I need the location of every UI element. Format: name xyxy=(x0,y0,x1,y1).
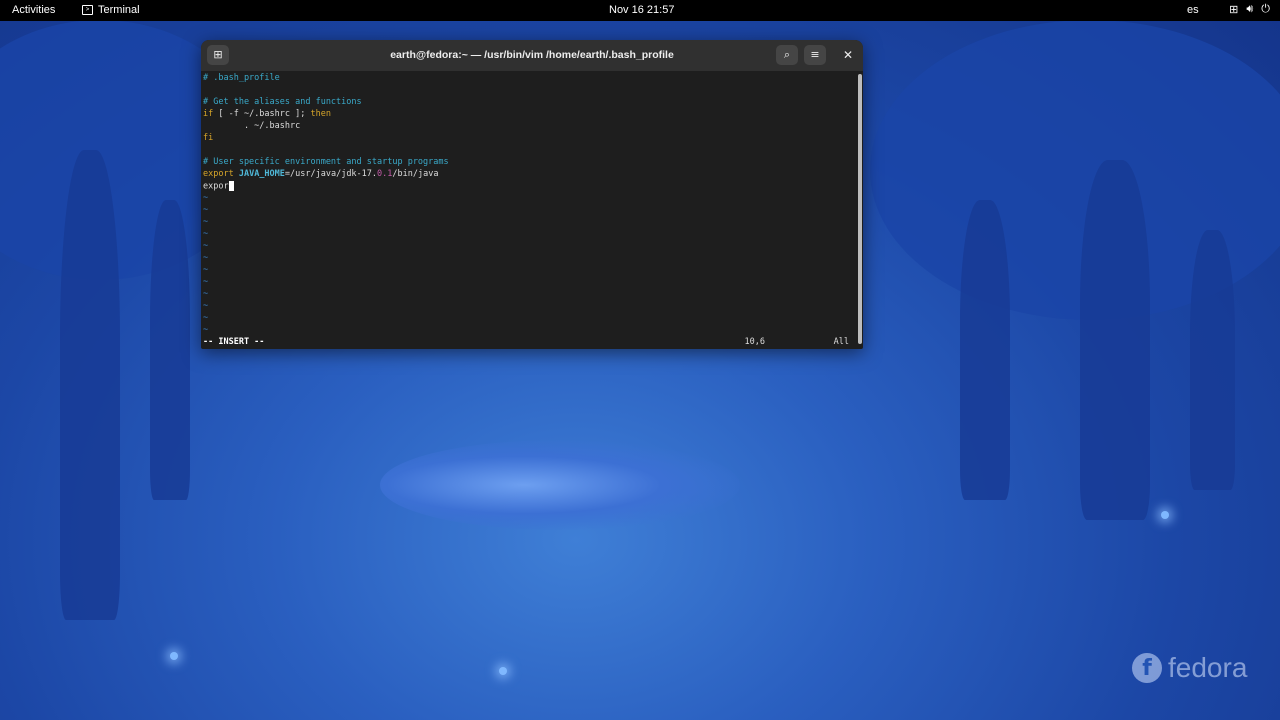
system-status-area[interactable]: ⊞ 🔊︎ ⏻ xyxy=(1229,3,1270,16)
keyword: then xyxy=(310,109,331,119)
power-icon: ⏻ xyxy=(1261,3,1270,15)
number-literal: 0.1 xyxy=(377,169,393,179)
window-titlebar[interactable]: ⊞ earth@fedora:~ — /usr/bin/vim /home/ea… xyxy=(201,40,863,71)
empty-line-marker: ~ xyxy=(203,253,209,263)
empty-line-marker: ~ xyxy=(203,313,209,323)
activities-button[interactable]: Activities xyxy=(12,4,55,16)
app-name-label: Terminal xyxy=(98,4,140,16)
code-line: # .bash_profile xyxy=(203,73,280,83)
fedora-wordmark: fedora xyxy=(1168,652,1248,683)
search-icon: ⌕ xyxy=(783,48,791,61)
text-cursor xyxy=(228,181,234,191)
empty-line-marker: ~ xyxy=(203,277,209,287)
keyword: if xyxy=(203,109,214,119)
empty-line-marker: ~ xyxy=(203,217,209,227)
code-text: [ -f ~/.bashrc ]; xyxy=(213,109,311,119)
status-mode: -- INSERT -- xyxy=(203,337,265,347)
keyword: export xyxy=(203,169,234,179)
fedora-mark-icon: f xyxy=(1132,653,1162,683)
window-title: earth@fedora:~ — /usr/bin/vim /home/eart… xyxy=(390,49,674,61)
menu-button[interactable]: ≡ xyxy=(804,45,826,65)
code-line: . ~/.bashrc xyxy=(203,121,301,131)
code-line: fi xyxy=(203,133,214,143)
code-line: export JAVA_HOME=/usr/java/jdk-17.0.1/bi… xyxy=(203,169,438,179)
network-icon: ⊞ xyxy=(1229,4,1239,16)
terminal-icon: > xyxy=(82,5,93,15)
code-text: expor xyxy=(203,181,229,192)
close-icon: ✕ xyxy=(842,48,854,62)
input-language-button[interactable]: es xyxy=(1187,4,1199,16)
terminal-window[interactable]: ⊞ earth@fedora:~ — /usr/bin/vim /home/ea… xyxy=(201,40,863,349)
top-bar: Activities > Terminal Nov 16 21:57 es ⊞ … xyxy=(0,0,1280,21)
close-button[interactable]: ✕ xyxy=(837,45,859,65)
code-line: # Get the aliases and functions xyxy=(203,97,362,107)
empty-line-marker: ~ xyxy=(203,193,209,203)
app-menu-button[interactable]: > Terminal xyxy=(82,4,140,16)
empty-line-marker: ~ xyxy=(203,265,209,275)
code-line: # User specific environment and startup … xyxy=(203,157,449,167)
vim-editor-area[interactable]: # .bash_profile # Get the aliases and fu… xyxy=(201,71,855,349)
code-line-current: expor xyxy=(203,181,234,192)
fedora-logo: f fedora xyxy=(1132,652,1247,684)
status-scroll-indicator: All xyxy=(833,337,849,347)
status-cursor-position: 10,6 xyxy=(744,337,765,347)
scrollbar[interactable] xyxy=(858,74,862,344)
variable-name: JAVA_HOME xyxy=(238,169,285,179)
code-text: =/usr/java/jdk-17. xyxy=(284,169,378,179)
empty-line-marker: ~ xyxy=(203,289,209,299)
menu-icon: ≡ xyxy=(810,48,820,61)
code-text: /bin/java xyxy=(392,169,439,179)
empty-line-marker: ~ xyxy=(203,241,209,251)
volume-icon: 🔊︎ xyxy=(1246,3,1254,15)
empty-line-marker: ~ xyxy=(203,229,209,239)
code-line: if [ -f ~/.bashrc ]; then xyxy=(203,109,331,119)
empty-line-marker: ~ xyxy=(203,325,209,335)
search-button[interactable]: ⌕ xyxy=(776,45,798,65)
clock-button[interactable]: Nov 16 21:57 xyxy=(609,4,674,16)
empty-line-marker: ~ xyxy=(203,205,209,215)
empty-line-marker: ~ xyxy=(203,301,209,311)
